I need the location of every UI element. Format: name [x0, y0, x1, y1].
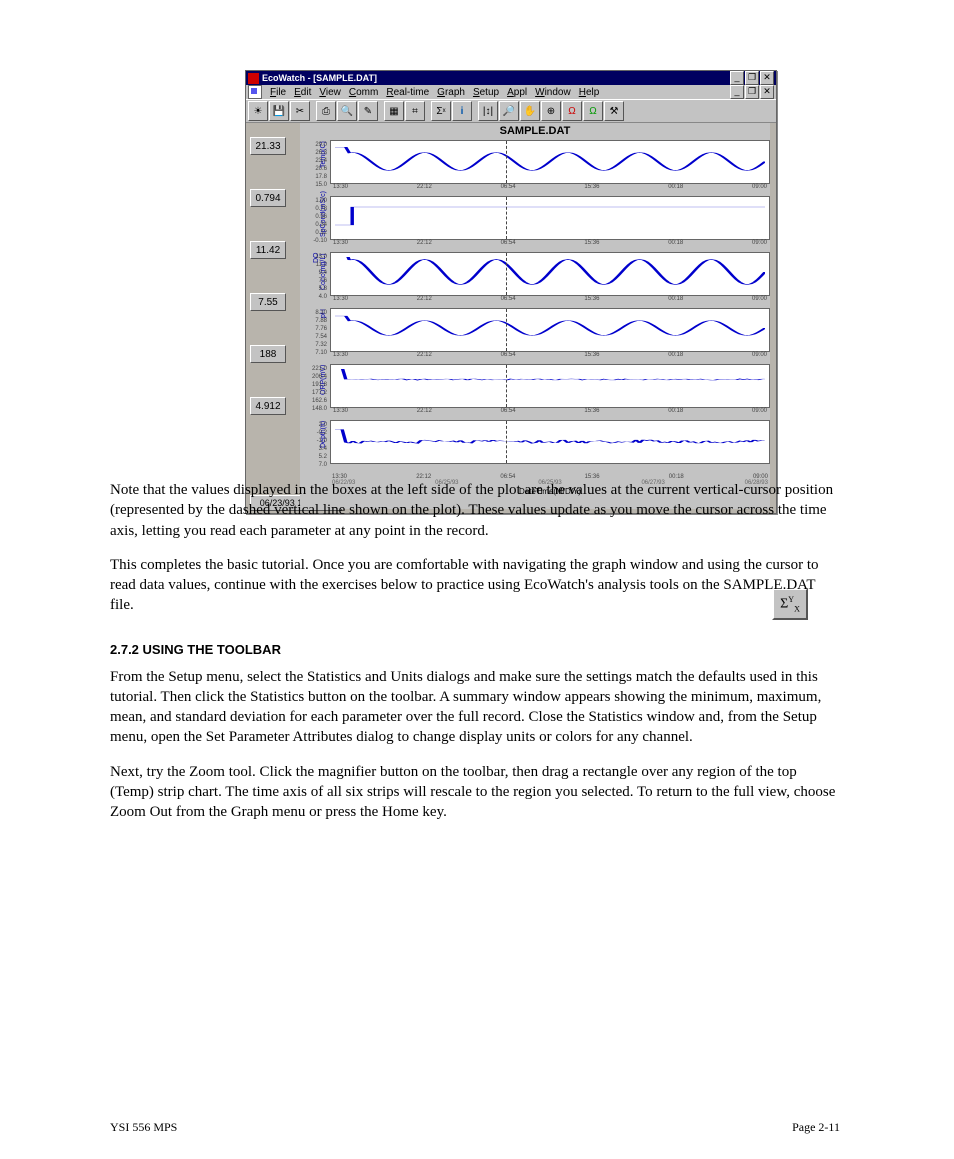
print-icon[interactable]: ⎙ [316, 101, 336, 121]
title-bar: EcoWatch - [SAMPLE.DAT] _ ❐ ✕ [246, 71, 776, 85]
mdi-minimize-button[interactable]: _ [730, 85, 744, 99]
value-readout-ph: 7.55 [250, 293, 286, 311]
chart-icon[interactable]: ⌗ [405, 101, 425, 121]
om1-icon[interactable]: Ω [562, 101, 582, 121]
document-text: Note that the values displayed in the bo… [110, 480, 840, 836]
chart-body: 21.330.79411.427.551884.912 06/23/93 18:… [246, 123, 776, 513]
vertical-cursor[interactable] [506, 365, 507, 407]
menu-bar: File Edit View Comm Real-time Graph Setu… [246, 85, 776, 99]
strip-spcond-ms-c-[interactable]: SpCond(mS/c)1.000.780.560.340.12-0.1013:… [330, 196, 770, 240]
value-readout-orp-mv-: 188 [250, 345, 286, 363]
close-button[interactable]: ✕ [760, 71, 774, 85]
menu-edit[interactable]: Edit [290, 87, 315, 98]
window-title: EcoWatch - [SAMPLE.DAT] [262, 73, 729, 83]
paragraph-2: This completes the basic tutorial. Once … [110, 555, 840, 616]
open-icon[interactable]: ☀ [248, 101, 268, 121]
section-header: 2.7.2 USING THE TOOLBAR [110, 642, 840, 657]
paragraph-1: Note that the values displayed in the bo… [110, 480, 840, 541]
hand-icon[interactable]: ✋ [520, 101, 540, 121]
menu-file[interactable]: File [266, 87, 290, 98]
find-icon[interactable]: 🔎 [499, 101, 519, 121]
value-readout-spcond-ms-c-: 0.794 [250, 189, 286, 207]
stats-icon[interactable]: Σx [431, 101, 451, 121]
vertical-cursor[interactable] [506, 253, 507, 295]
wrench-icon[interactable]: ⚒ [604, 101, 624, 121]
value-readout-column: 21.33 0.794 11.42 7.55 188 4.912 [250, 137, 286, 415]
strip-temp-c-[interactable]: Temp(C)29.026.323.420.617.815.013:3022:1… [330, 140, 770, 184]
paragraph-3: From the Setup menu, select the Statisti… [110, 667, 840, 748]
ruler-icon[interactable]: |↕| [478, 101, 498, 121]
menu-view[interactable]: View [315, 87, 345, 98]
menu-graph[interactable]: Graph [433, 87, 469, 98]
mdi-close-button[interactable]: ✕ [760, 85, 774, 99]
vertical-cursor[interactable] [506, 141, 507, 183]
value-readout-temp-c-: 21.33 [250, 137, 286, 155]
chart-title: SAMPLE.DAT [300, 123, 770, 139]
strip-orp-mv-[interactable]: ORP(mV)221.0206.4191.8177.2162.6148.013:… [330, 364, 770, 408]
vertical-cursor[interactable] [506, 197, 507, 239]
minimize-button[interactable]: _ [730, 71, 744, 85]
menu-setup[interactable]: Setup [469, 87, 503, 98]
value-readout-depth-ft-: 4.912 [250, 397, 286, 415]
menu-help[interactable]: Help [575, 87, 604, 98]
paragraph-4: Next, try the Zoom tool. Click the magni… [110, 762, 840, 823]
value-readout-do-conc-mg-l-: 11.42 [250, 241, 286, 259]
zoom-icon[interactable]: 🔍 [337, 101, 357, 121]
vertical-cursor[interactable] [506, 309, 507, 351]
chart-area[interactable]: SAMPLE.DAT Temp(C)29.026.323.420.617.815… [300, 123, 770, 509]
footer-right: Page 2-11 [792, 1120, 840, 1135]
ecowatch-window: EcoWatch - [SAMPLE.DAT] _ ❐ ✕ File Edit … [245, 70, 777, 514]
info-icon[interactable]: i [452, 101, 472, 121]
mdi-maximize-button[interactable]: ❐ [745, 85, 759, 99]
pencil-icon[interactable]: ✎ [358, 101, 378, 121]
strip-depth-ft-[interactable]: Depth(ft)2.0-0.2-1.03.45.27.0 [330, 420, 770, 464]
zoomin-icon[interactable]: ⊕ [541, 101, 561, 121]
toolbar: ☀ 💾 ✂ ⎙ 🔍 ✎ ▦ ⌗ Σx i |↕| 🔎 ✋ ⊕ Ω Ω ⚒ [246, 99, 776, 123]
menu-window[interactable]: Window [531, 87, 575, 98]
strip-do-conc-mg-l-[interactable]: DO Conc(mg/L)13.011.29.47.65.84.013:3022… [330, 252, 770, 296]
menu-appl[interactable]: Appl [503, 87, 531, 98]
maximize-button[interactable]: ❐ [745, 71, 759, 85]
strip-ph[interactable]: pH8.107.887.767.547.327.1013:3022:1206:5… [330, 308, 770, 352]
vertical-cursor[interactable] [506, 421, 507, 463]
page-footer: YSI 556 MPS Page 2-11 [110, 1120, 840, 1135]
menu-comm[interactable]: Comm [345, 87, 382, 98]
footer-left: YSI 556 MPS [110, 1120, 177, 1134]
mdi-icon[interactable] [248, 85, 262, 99]
menu-realtime[interactable]: Real-time [382, 87, 433, 98]
om2-icon[interactable]: Ω [583, 101, 603, 121]
save-icon[interactable]: 💾 [269, 101, 289, 121]
cut-icon[interactable]: ✂ [290, 101, 310, 121]
app-icon [248, 73, 259, 84]
grid-icon[interactable]: ▦ [384, 101, 404, 121]
